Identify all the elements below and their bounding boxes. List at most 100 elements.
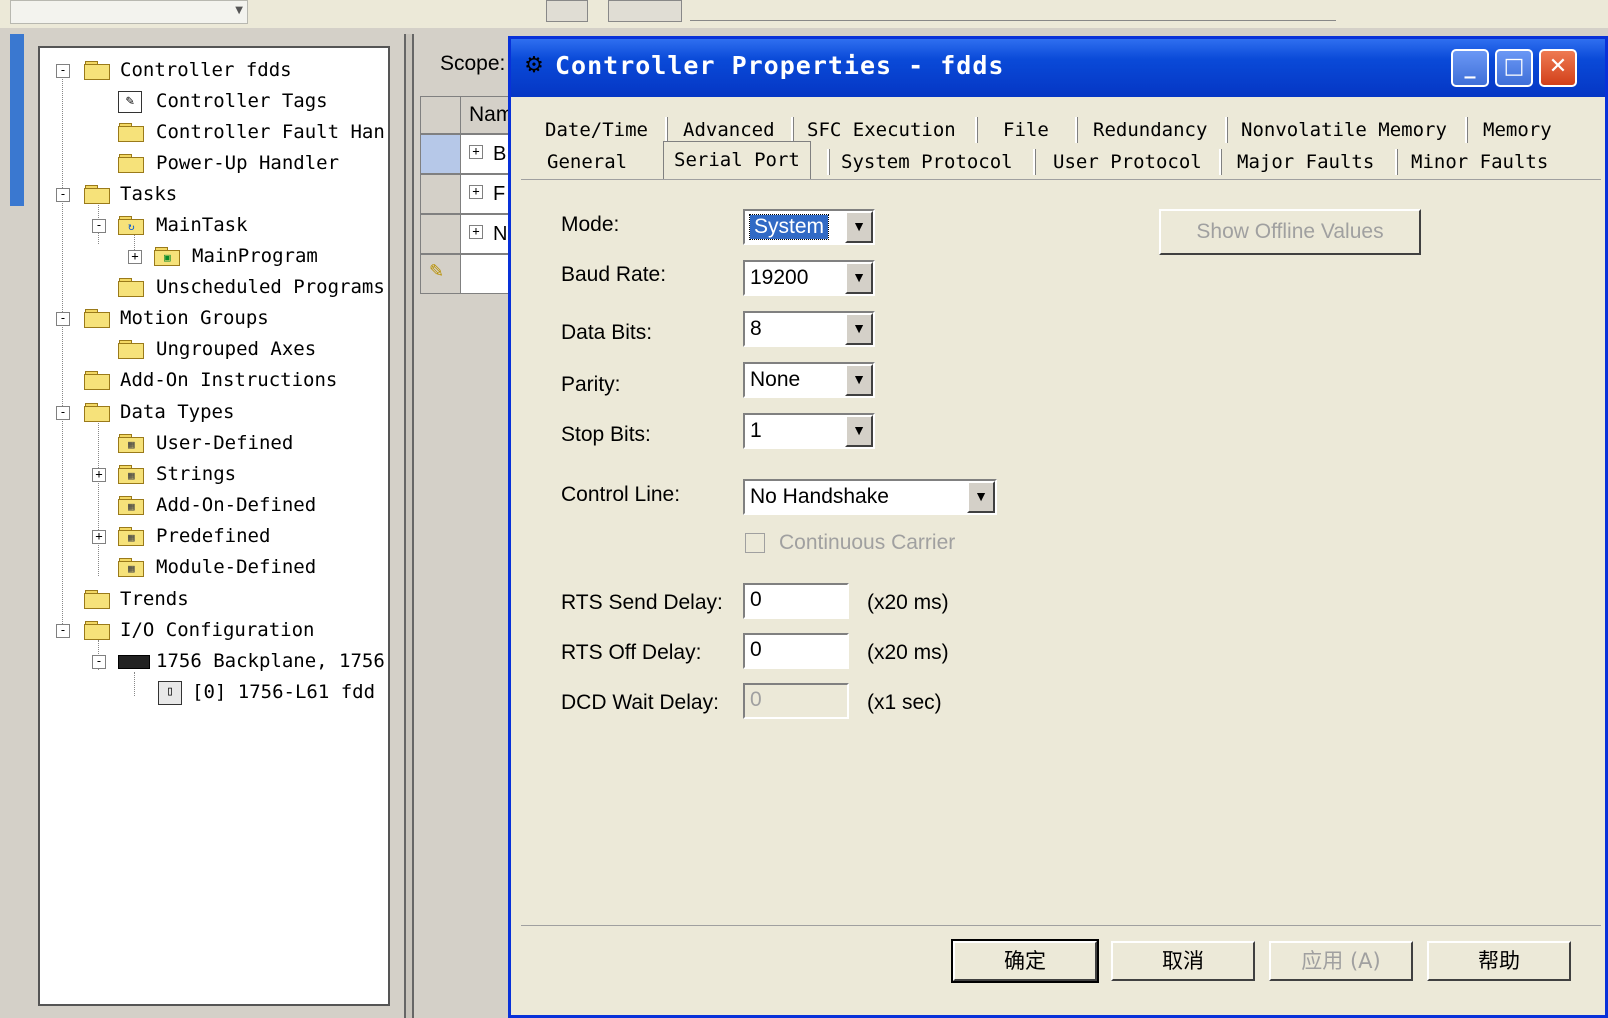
chevron-down-icon[interactable]: ▼ [845,415,873,447]
tab-system-protocol[interactable]: System Protocol [841,147,1013,177]
mode-value: System [748,214,830,240]
mode-label: Mode: [561,213,620,236]
maximize-icon: □ [1503,54,1525,79]
tag-grid: Nam + B + F + N ✎ [420,96,520,1016]
collapse-toggle[interactable]: - [56,188,70,202]
show-offline-values-button[interactable]: Show Offline Values [1159,209,1421,255]
row-header[interactable] [420,134,462,174]
row-header-new[interactable]: ✎ [420,254,462,294]
task-folder-icon: ↻ [118,216,144,235]
tab-user-protocol[interactable]: User Protocol [1053,147,1202,177]
collapse-toggle[interactable]: - [92,655,106,669]
parity-value: None [750,368,801,391]
tab-file[interactable]: File [1003,115,1049,145]
start-page-tab[interactable] [10,34,24,206]
toolbar-button[interactable] [546,0,588,22]
pencil-icon: ✎ [429,261,445,282]
continuous-carrier-label: Continuous Carrier [779,531,956,554]
tab-sfc-execution[interactable]: SFC Execution [807,115,956,145]
datatype-folder-icon: ▦ [118,496,144,515]
tree-item-label: Strings [156,463,237,485]
rts-off-delay-label: RTS Off Delay: [561,641,702,664]
module-icon: ▯ [158,681,182,705]
row-header[interactable] [420,174,462,214]
collapse-toggle[interactable]: - [56,64,70,78]
stop-bits-select[interactable]: 1 ▼ [743,413,875,449]
datatype-folder-icon: ▦ [118,434,144,453]
datatype-folder-icon: ▦ [118,558,144,577]
toolbar-combo[interactable]: ▼ [10,0,248,24]
tab-major-faults[interactable]: Major Faults [1237,147,1374,177]
expand-toggle[interactable]: + [128,250,142,264]
chevron-down-icon[interactable]: ▼ [845,364,873,396]
minimize-button[interactable]: _ [1451,49,1489,87]
tab-date-time[interactable]: Date/Time [545,115,648,145]
tree-item-label: Power-Up Handler [156,152,340,174]
control-line-select[interactable]: No Handshake ▼ [743,479,997,515]
row-header[interactable] [420,214,462,254]
rts-send-delay-input[interactable]: 0 [743,583,849,619]
tab-memory[interactable]: Memory [1483,115,1552,145]
tree-item-label: Ungrouped Axes [156,338,317,360]
tree-item-label: MainProgram [192,245,318,267]
program-folder-icon: ▣ [154,247,180,266]
dialog-title: Controller Properties - fdds [555,51,1005,80]
dcd-wait-delay-input[interactable]: 0 [743,683,849,719]
tree-item-label: User-Defined [156,432,294,454]
collapse-toggle[interactable]: - [56,312,70,326]
mode-select[interactable]: System ▼ [743,209,875,245]
chevron-down-icon[interactable]: ▼ [845,262,873,294]
toolbar-button[interactable] [608,0,682,22]
close-button[interactable]: ✕ [1539,49,1577,87]
baud-rate-label: Baud Rate: [561,263,667,286]
dialog-titlebar[interactable]: ⚙ Controller Properties - fdds _ □ ✕ [511,39,1605,97]
help-button[interactable]: 帮助 [1427,941,1571,981]
folder-icon [118,340,144,359]
collapse-toggle[interactable]: - [92,219,106,233]
tab-minor-faults[interactable]: Minor Faults [1411,147,1548,177]
tab-redundancy[interactable]: Redundancy [1093,115,1207,145]
parity-label: Parity: [561,373,621,396]
controller-organizer-tree: - Controller fdds ✎ Controller Tags Cont… [38,46,390,1006]
tag-name: F [493,183,506,205]
chevron-down-icon[interactable]: ▼ [845,211,873,243]
top-toolbar-strip: ▼ [0,0,1608,28]
folder-icon [118,278,144,297]
continuous-carrier-checkbox[interactable] [745,533,765,553]
tree-item-label: 1756 Backplane, 1756 [156,650,385,672]
chevron-down-icon[interactable]: ▼ [845,313,873,345]
maximize-button[interactable]: □ [1495,49,1533,87]
scope-label: Scope: [440,52,506,75]
datatype-folder-icon: ▦ [118,465,144,484]
tree-item-label: Motion Groups [120,307,269,329]
collapse-toggle[interactable]: - [56,624,70,638]
tab-serial-port[interactable]: Serial Port [663,141,811,180]
tree-item-label: Trends [120,588,189,610]
tab-general[interactable]: General [547,147,627,177]
apply-button[interactable]: 应用 (A) [1269,941,1413,981]
expand-toggle[interactable]: + [92,530,106,544]
ok-button[interactable]: 确定 [951,939,1099,983]
rts-off-delay-input[interactable]: 0 [743,633,849,669]
expand-toggle[interactable]: + [469,225,483,239]
chevron-down-icon[interactable]: ▼ [967,481,995,513]
control-line-value: No Handshake [750,485,889,508]
splitter[interactable] [404,34,414,1018]
control-line-label: Control Line: [561,483,681,506]
parity-select[interactable]: None ▼ [743,362,875,398]
collapse-toggle[interactable]: - [56,406,70,420]
tab-nonvolatile-memory[interactable]: Nonvolatile Memory [1241,115,1447,145]
datatype-folder-icon: ▦ [118,527,144,546]
tag-name: B [493,143,507,165]
tree-item-label: Controller fdds [120,59,292,81]
tree-item-label: MainTask [156,214,248,236]
data-bits-select[interactable]: 8 ▼ [743,311,875,347]
expand-toggle[interactable]: + [469,145,483,159]
expand-toggle[interactable]: + [469,185,483,199]
app-icon: ⚙ [524,53,544,78]
tree-item-label: Unscheduled Programs [156,276,385,298]
expand-toggle[interactable]: + [92,468,106,482]
cancel-button[interactable]: 取消 [1111,941,1255,981]
tags-icon: ✎ [118,91,142,113]
baud-rate-select[interactable]: 19200 ▼ [743,260,875,296]
